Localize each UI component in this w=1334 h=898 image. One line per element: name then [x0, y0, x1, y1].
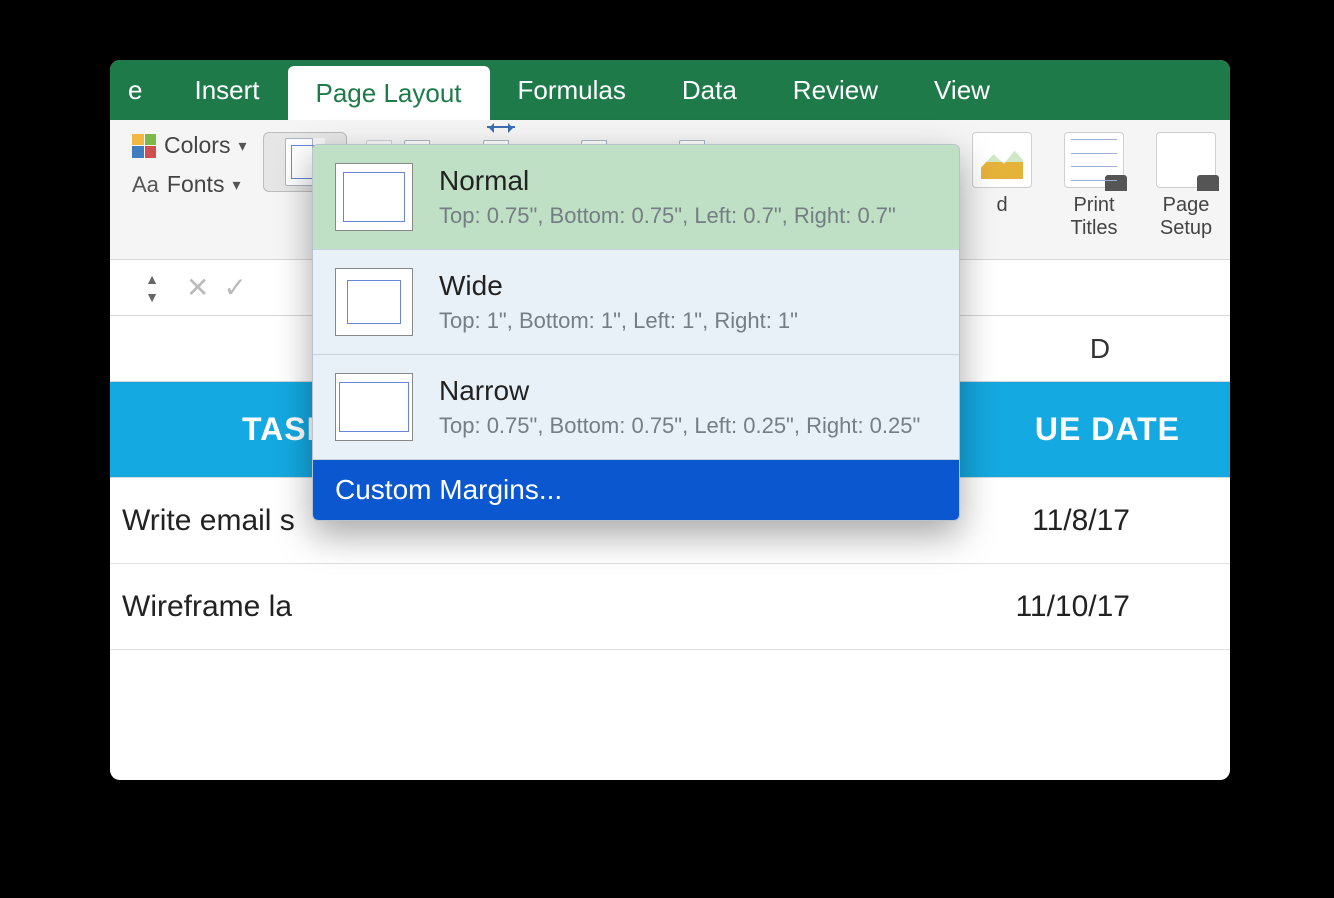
colors-label: Colors	[164, 132, 230, 159]
accept-button[interactable]: ✓	[223, 271, 246, 304]
page-setup-button[interactable]: Page Setup	[1156, 132, 1216, 240]
margins-dropdown: Normal Top: 0.75", Bottom: 0.75", Left: …	[312, 144, 960, 521]
page-setup-label: Page Setup	[1156, 194, 1216, 240]
cell-task: Write email s	[110, 504, 295, 538]
option-subtitle: Top: 0.75", Bottom: 0.75", Left: 0.7", R…	[439, 203, 896, 229]
margins-option-wide[interactable]: Wide Top: 1", Bottom: 1", Left: 1", Righ…	[313, 250, 959, 355]
chevron-down-icon: ▾	[238, 136, 246, 156]
option-title: Normal	[439, 165, 896, 197]
chevron-up-icon: ▲	[145, 272, 159, 286]
background-label-partial: d	[972, 194, 1032, 217]
table-row[interactable]: Wireframe la 11/10/17	[110, 564, 1230, 650]
option-subtitle: Top: 1", Bottom: 1", Left: 1", Right: 1"	[439, 308, 798, 334]
cell-due-date: 11/10/17	[1015, 590, 1230, 624]
tab-page-layout[interactable]: Page Layout	[288, 66, 490, 120]
cancel-button[interactable]: ✕	[186, 271, 209, 304]
tab-data[interactable]: Data	[654, 60, 765, 120]
fonts-button[interactable]: Aa Fonts ▾	[132, 171, 247, 198]
colors-icon	[132, 134, 156, 158]
background-button[interactable]: d	[972, 132, 1032, 217]
tab-review[interactable]: Review	[765, 60, 906, 120]
header-task: TASK	[110, 411, 331, 448]
option-title: Wide	[439, 270, 798, 302]
page-setup-icon	[1156, 132, 1216, 188]
margin-preview-icon	[335, 373, 413, 441]
custom-margins-button[interactable]: Custom Margins...	[313, 460, 959, 520]
option-subtitle: Top: 0.75", Bottom: 0.75", Left: 0.25", …	[439, 413, 920, 439]
grid-icon	[1064, 132, 1124, 188]
print-titles-label: Print Titles	[1064, 194, 1124, 240]
tab-formulas[interactable]: Formulas	[490, 60, 654, 120]
margin-preview-icon	[335, 268, 413, 336]
tab-insert[interactable]: Insert	[166, 60, 287, 120]
margin-preview-icon	[335, 163, 413, 231]
chevron-down-icon: ▾	[232, 175, 240, 195]
column-header-d[interactable]: D	[970, 333, 1230, 365]
fonts-label: Fonts	[167, 171, 225, 198]
header-due-date: UE DATE	[1035, 411, 1230, 448]
option-title: Narrow	[439, 375, 920, 407]
cell-due-date: 11/8/17	[1032, 504, 1230, 538]
margins-option-narrow[interactable]: Narrow Top: 0.75", Bottom: 0.75", Left: …	[313, 355, 959, 460]
chevron-down-icon: ▼	[145, 290, 159, 304]
tab-partial[interactable]: e	[110, 60, 166, 120]
ribbon-tabs: e Insert Page Layout Formulas Data Revie…	[110, 60, 1230, 120]
margins-option-normal[interactable]: Normal Top: 0.75", Bottom: 0.75", Left: …	[313, 145, 959, 250]
cell-task: Wireframe la	[110, 590, 292, 624]
name-box-stepper[interactable]: ▲ ▼	[138, 272, 166, 304]
tab-view[interactable]: View	[906, 60, 1018, 120]
print-titles-button[interactable]: Print Titles	[1064, 132, 1124, 240]
fonts-icon: Aa	[132, 172, 159, 198]
excel-window: e Insert Page Layout Formulas Data Revie…	[110, 60, 1230, 780]
image-icon	[972, 132, 1032, 188]
colors-button[interactable]: Colors ▾	[132, 132, 247, 159]
